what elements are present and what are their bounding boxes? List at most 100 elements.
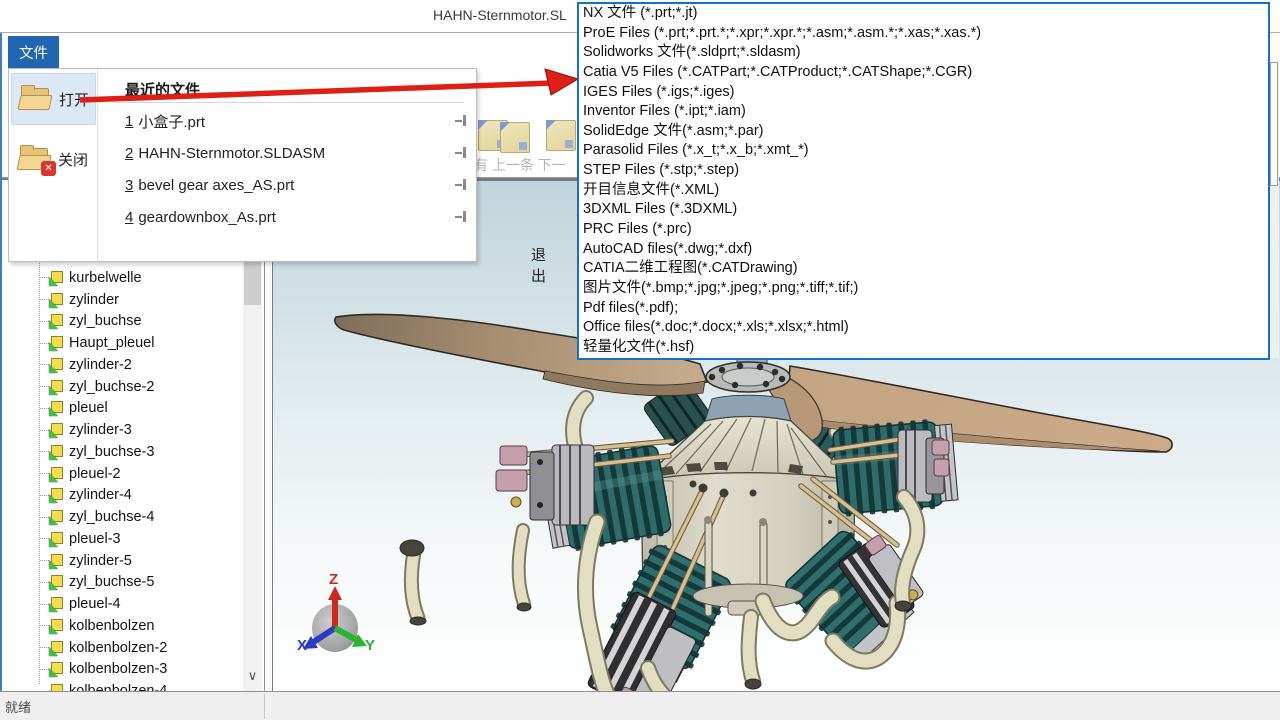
part-name: zyl_buchse <box>69 313 142 329</box>
format-option[interactable]: 3DXML Files (*.3DXML) <box>579 200 1268 220</box>
part-icon <box>49 488 63 502</box>
axis-label-z: Z <box>329 571 338 588</box>
menu-item-open[interactable]: 打开 <box>11 73 96 125</box>
window-title: HAHN-Sternmotor.SL <box>433 7 579 27</box>
tree-item[interactable]: kolbenbolzen-3 <box>0 659 240 681</box>
tree-item[interactable]: pleuel-3 <box>0 528 240 550</box>
tree-item[interactable]: pleuel-4 <box>0 593 240 615</box>
dropdown-scrollbar[interactable] <box>1270 62 1279 358</box>
format-option[interactable]: Parasolid Files (*.x_t;*.x_b;*.xmt_*) <box>579 141 1268 161</box>
dropdown-scrollbar-thumb[interactable] <box>1270 62 1278 186</box>
part-name: zylinder-4 <box>69 487 132 503</box>
part-icon <box>49 271 63 285</box>
tree-connector <box>40 647 49 648</box>
part-icon <box>49 619 63 633</box>
format-option[interactable]: STEP Files (*.stp;*.step) <box>579 161 1268 181</box>
part-name: kolbenbolzen-3 <box>69 661 167 677</box>
part-icon <box>49 336 63 350</box>
part-name: pleuel-2 <box>69 466 121 482</box>
tree-connector <box>40 386 49 387</box>
recent-files-section: 最近的文件 1 小盒子.prt 2 HAHN-Sternmotor.SLDASM… <box>98 69 476 261</box>
part-name: zylinder-5 <box>69 553 132 569</box>
recent-file-number: 3 <box>125 177 133 194</box>
recent-file-item[interactable]: 3 bevel gear axes_AS.prt <box>98 169 476 201</box>
format-option[interactable]: IGES Files (*.igs;*.iges) <box>579 83 1268 103</box>
part-icon <box>49 684 63 691</box>
format-option[interactable]: Inventor Files (*.ipt;*.iam) <box>579 102 1268 122</box>
part-name: zyl_buchse-4 <box>69 509 154 525</box>
format-option[interactable]: AutoCAD files(*.dwg;*.dxf) <box>579 240 1268 260</box>
axis-label-y: Y <box>365 637 375 654</box>
format-option[interactable]: PRC Files (*.prc) <box>579 220 1268 240</box>
format-option[interactable]: NX 文件 (*.prt;*.jt) <box>579 4 1268 24</box>
tree-connector <box>40 517 49 518</box>
tree-item[interactable]: zyl_buchse-3 <box>0 441 240 463</box>
file-format-dropdown: NX 文件 (*.prt;*.jt)ProE Files (*.prt;*.pr… <box>577 2 1270 360</box>
tree-scroll-down-icon[interactable]: ∨ <box>243 668 262 686</box>
tree-connector <box>40 669 49 670</box>
tree-item[interactable]: kurbelwelle <box>0 267 240 289</box>
part-icon <box>49 314 63 328</box>
format-option[interactable]: Catia V5 Files (*.CATPart;*.CATProduct;*… <box>579 63 1268 83</box>
status-separator <box>264 694 265 719</box>
tree-connector <box>40 430 49 431</box>
part-icon <box>49 575 63 589</box>
tree-item[interactable]: zylinder-5 <box>0 550 240 572</box>
tree-connector <box>40 364 49 365</box>
tree-item[interactable]: pleuel-2 <box>0 463 240 485</box>
tree-item[interactable]: kolbenbolzen-2 <box>0 637 240 659</box>
tree-item[interactable]: Haupt_pleuel <box>0 332 240 354</box>
format-option[interactable]: Solidworks 文件(*.sldprt;*.sldasm) <box>579 43 1268 63</box>
part-icon <box>49 467 63 481</box>
tree-item[interactable]: zyl_buchse-5 <box>0 572 240 594</box>
tree-connector <box>40 495 49 496</box>
format-option[interactable]: ProE Files (*.prt;*.prt.*;*.xpr;*.xpr.*;… <box>579 24 1268 44</box>
exit-button[interactable]: 退出 <box>531 244 546 286</box>
tab-file[interactable]: 文件 <box>8 36 59 68</box>
format-option[interactable]: CATIA二维工程图(*.CATDrawing) <box>579 259 1268 279</box>
pin-icon[interactable] <box>455 115 468 127</box>
tree-scrollbar-thumb[interactable] <box>244 258 261 305</box>
tree-item[interactable]: kolbenbolzen-4 <box>0 680 240 691</box>
part-name: kolbenbolzen <box>69 618 154 634</box>
recent-file-item[interactable]: 2 HAHN-Sternmotor.SLDASM <box>98 137 476 169</box>
recent-file-number: 1 <box>125 113 133 130</box>
part-name: kurbelwelle <box>69 270 142 286</box>
open-label: 打开 <box>59 89 89 110</box>
menu-item-close[interactable]: ✕ 关闭 <box>11 133 96 185</box>
tree-item[interactable]: zylinder-4 <box>0 485 240 507</box>
tree-connector <box>40 473 49 474</box>
tree-item[interactable]: zyl_buchse-2 <box>0 376 240 398</box>
format-option[interactable]: Office files(*.doc;*.docx;*.xls;*.xlsx;*… <box>579 318 1268 338</box>
pin-icon[interactable] <box>455 211 468 223</box>
tree-item[interactable]: zyl_buchse-4 <box>0 506 240 528</box>
annotation-note-icon[interactable] <box>500 122 530 153</box>
format-option[interactable]: SolidEdge 文件(*.asm;*.par) <box>579 122 1268 142</box>
format-option[interactable]: Pdf files(*.pdf); <box>579 299 1268 319</box>
tree-item[interactable]: zylinder <box>0 289 240 311</box>
tree-item[interactable]: kolbenbolzen <box>0 615 240 637</box>
rocker-far-left <box>496 445 594 525</box>
part-icon <box>49 293 63 307</box>
pin-icon[interactable] <box>455 147 468 159</box>
tree-item[interactable]: zylinder-3 <box>0 419 240 441</box>
tree-connector <box>40 538 49 539</box>
format-option[interactable]: 图片文件(*.bmp;*.jpg;*.jpeg;*.png;*.tiff;*.t… <box>579 279 1268 299</box>
tree-item[interactable]: zylinder-2 <box>0 354 240 376</box>
pin-icon[interactable] <box>455 179 468 191</box>
part-icon <box>49 532 63 546</box>
format-option[interactable]: 轻量化文件(*.hsf) <box>579 338 1268 358</box>
part-name: zyl_buchse-5 <box>69 574 154 590</box>
tree-item[interactable]: zyl_buchse <box>0 311 240 333</box>
tree-connector <box>40 625 49 626</box>
part-name: zylinder-3 <box>69 422 132 438</box>
tree-item[interactable]: pleuel <box>0 398 240 420</box>
format-option[interactable]: 开目信息文件(*.XML) <box>579 181 1268 201</box>
part-icon <box>49 401 63 415</box>
part-name: zyl_buchse-2 <box>69 379 154 395</box>
tree-connector <box>40 560 49 561</box>
annotation-note-icon[interactable] <box>546 120 576 151</box>
recent-file-item[interactable]: 4 geardownbox_As.prt <box>98 201 476 233</box>
recent-file-item[interactable]: 1 小盒子.prt <box>98 105 476 137</box>
close-x-badge: ✕ <box>41 161 56 176</box>
